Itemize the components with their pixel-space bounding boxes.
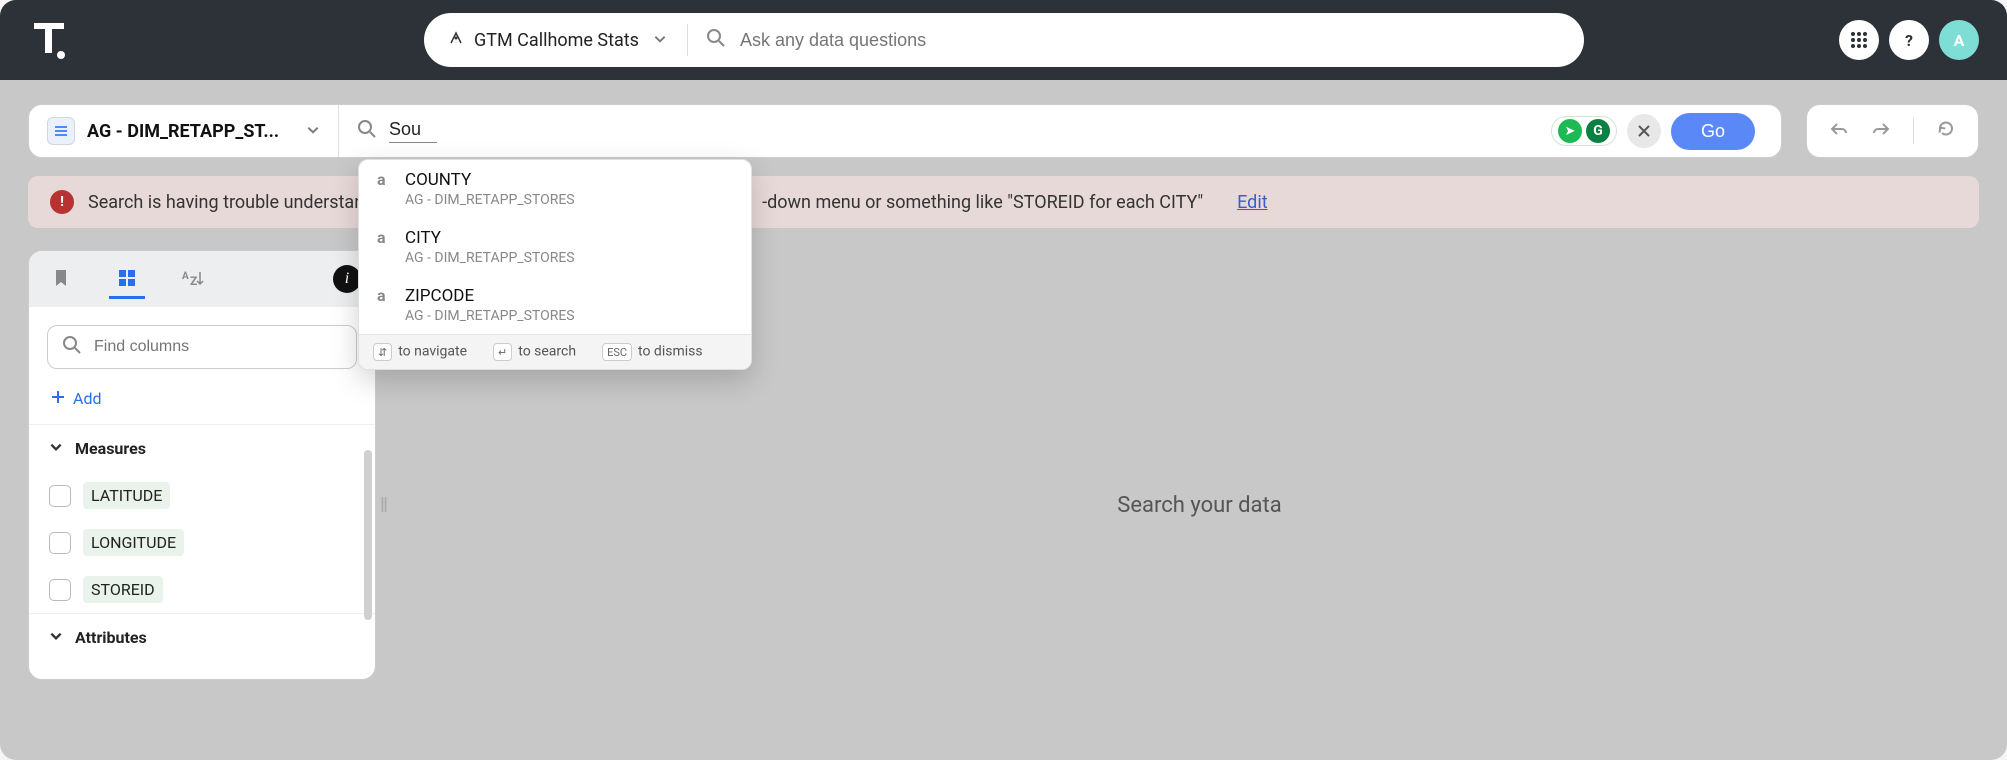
hint-navigate: ⇵to navigate [373,343,467,361]
query-input-wrap: ➤ G Go [339,113,1781,150]
autocomplete-sub: AG - DIM_RETAPP_STORES [405,250,575,266]
autocomplete-title: CITY [405,228,575,248]
chevron-down-icon [306,122,320,141]
chevron-down-icon [653,30,667,51]
redo-button[interactable] [1871,119,1891,143]
hint-search: ↵to search [493,343,576,361]
hint-dismiss: ESCto dismiss [602,343,703,361]
app-picker[interactable]: GTM Callhome Stats [448,24,688,56]
empty-state-text: Search your data [1117,493,1281,518]
column-chip: STOREID [83,576,163,603]
plus-icon [51,389,65,408]
clear-button[interactable] [1627,114,1661,148]
query-bar-row: AG - DIM_RETAPP_ST... ➤ G [0,80,2007,168]
checkbox[interactable] [49,485,71,507]
body-row: AZ i Add Measures [28,250,2007,760]
global-search-wrap [688,28,1574,52]
search-icon [357,119,377,143]
grammarly-g-icon: G [1586,119,1610,143]
autocomplete-dropdown: a COUNTY AG - DIM_RETAPP_STORES a CITY A… [358,159,752,370]
autocomplete-sub: AG - DIM_RETAPP_STORES [405,308,575,324]
app-picker-label: GTM Callhome Stats [474,30,639,51]
autocomplete-item[interactable]: a ZIPCODE AG - DIM_RETAPP_STORES [359,276,751,334]
enter-key-icon: ↵ [493,343,512,361]
header-right: ? A [1839,20,1979,60]
svg-text:Z: Z [190,274,197,287]
query-bar: AG - DIM_RETAPP_ST... ➤ G [28,104,1782,158]
warning-banner: ! Search is having trouble understan -do… [28,176,1979,228]
help-button[interactable]: ? [1889,20,1929,60]
autocomplete-type-icon: a [377,170,391,208]
warning-edit-link[interactable]: Edit [1237,192,1267,213]
autocomplete-item[interactable]: a CITY AG - DIM_RETAPP_STORES [359,218,751,276]
column-item[interactable]: STOREID [29,566,375,613]
go-button[interactable]: Go [1671,113,1755,150]
datasource-icon [47,117,75,145]
add-button[interactable]: Add [29,379,375,424]
side-tabs: AZ i [29,251,375,307]
tab-sort[interactable]: AZ [175,259,211,299]
section-measures-title: Measures [75,439,146,458]
autocomplete-footer: ⇵to navigate ↵to search ESCto dismiss [359,334,751,369]
chevron-down-icon [49,439,63,458]
column-search-input[interactable] [94,338,342,356]
undo-button[interactable] [1829,119,1849,143]
warning-text-prefix: Search is having trouble understan [88,192,364,213]
grammarly-arrow-icon: ➤ [1558,119,1582,143]
columns-panel: AZ i Add Measures [28,250,376,680]
tab-bookmark[interactable] [43,259,79,299]
warning-icon: ! [50,190,74,214]
column-chip: LATITUDE [83,482,170,509]
scrollbar-thumb[interactable] [364,450,372,620]
autocomplete-item[interactable]: a COUNTY AG - DIM_RETAPP_STORES [359,160,751,218]
section-attributes-header[interactable]: Attributes [29,613,375,661]
history-bar [1806,104,1979,158]
column-item[interactable]: LATITUDE [29,472,375,519]
column-search [47,325,357,369]
svg-text:A: A [182,271,189,282]
query-actions: ➤ G Go [1551,113,1763,150]
column-item[interactable]: LONGITUDE [29,519,375,566]
grammarly-indicator[interactable]: ➤ G [1551,116,1617,146]
autocomplete-sub: AG - DIM_RETAPP_STORES [405,192,575,208]
section-measures-header[interactable]: Measures [29,424,375,472]
datasource-label: AG - DIM_RETAPP_ST... [87,121,279,142]
checkbox[interactable] [49,532,71,554]
esc-key-icon: ESC [602,343,632,361]
apps-grid-button[interactable] [1839,20,1879,60]
divider [1913,118,1914,144]
header-search-bar: GTM Callhome Stats [424,13,1584,67]
autocomplete-type-icon: a [377,228,391,266]
refresh-button[interactable] [1936,119,1956,143]
query-input[interactable] [389,119,437,143]
add-label: Add [73,389,101,408]
chevron-down-icon [49,628,63,647]
datasource-picker[interactable]: AG - DIM_RETAPP_ST... [29,105,339,157]
section-attributes-title: Attributes [75,628,147,647]
avatar[interactable]: A [1939,20,1979,60]
autocomplete-type-icon: a [377,286,391,324]
search-icon [706,28,726,52]
global-search-input[interactable] [740,30,1574,51]
column-chip: LONGITUDE [83,529,184,556]
checkbox[interactable] [49,579,71,601]
tab-columns[interactable] [109,259,145,299]
app-picker-icon [448,30,464,51]
warning-text-suffix: -down menu or something like "STOREID fo… [762,192,1203,213]
info-button[interactable]: i [333,265,361,293]
brand-logo[interactable] [28,19,70,61]
autocomplete-title: ZIPCODE [405,286,575,306]
search-icon [62,335,82,359]
autocomplete-title: COUNTY [405,170,575,190]
top-header: GTM Callhome Stats ? A [0,0,2007,80]
updown-key-icon: ⇵ [373,343,392,361]
